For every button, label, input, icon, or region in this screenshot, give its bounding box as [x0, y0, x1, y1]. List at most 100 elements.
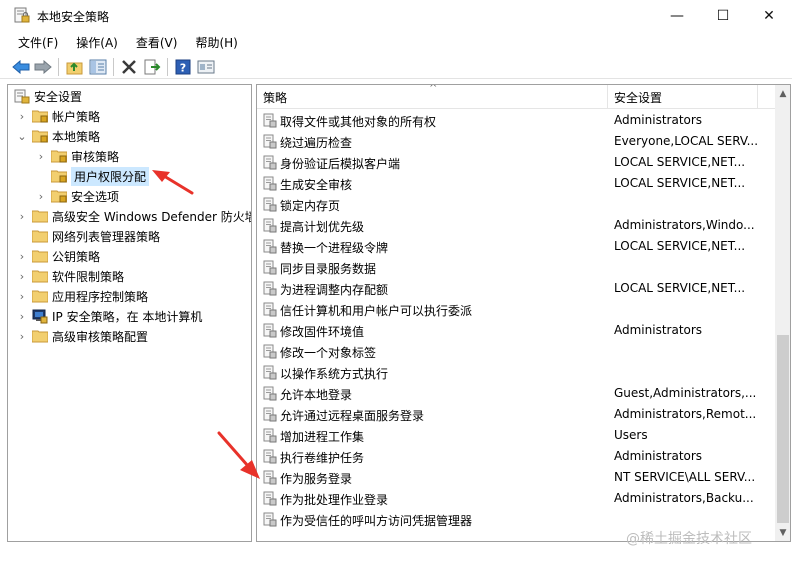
table-row[interactable]: 身份验证后模拟客户端 LOCAL SERVICE,NET...: [257, 152, 775, 173]
tree-label: 应用程序控制策略: [52, 289, 149, 304]
policy-name: 增加进程工作集: [280, 430, 365, 444]
maximize-button[interactable]: ☐: [700, 0, 746, 31]
local-security-policy-icon: [14, 7, 30, 23]
toolbar-separator: [113, 58, 114, 76]
table-row[interactable]: 为进程调整内存配额 LOCAL SERVICE,NET...: [257, 278, 775, 299]
up-folder-icon[interactable]: [65, 57, 85, 77]
policy-icon: [263, 281, 277, 296]
table-row[interactable]: 增加进程工作集 Users: [257, 425, 775, 446]
tree-item-audit-policy[interactable]: › 审核策略: [35, 146, 119, 166]
tree-item-network-list-manager[interactable]: 网络列表管理器策略: [16, 226, 160, 246]
annotation-arrow-icon: [217, 431, 260, 479]
table-row[interactable]: 执行卷维护任务 Administrators: [257, 446, 775, 467]
policy-icon: [263, 239, 277, 254]
menu-action[interactable]: 操作(A): [76, 34, 118, 51]
help-icon[interactable]: ?: [173, 57, 193, 77]
policy-name: 锁定内存页: [280, 199, 341, 213]
tree-label: IP 安全策略，在 本地计算机: [52, 309, 203, 324]
chevron-down-icon[interactable]: ⌄: [16, 130, 28, 143]
table-row[interactable]: 替换一个进程级令牌 LOCAL SERVICE,NET...: [257, 236, 775, 257]
chevron-right-icon[interactable]: ›: [16, 110, 28, 123]
table-row[interactable]: 同步目录服务数据: [257, 257, 775, 278]
policy-name: 以操作系统方式执行: [280, 367, 389, 381]
scrollbar-thumb[interactable]: [777, 335, 789, 523]
policy-icon: [263, 302, 277, 317]
table-row[interactable]: 修改一个对象标签: [257, 341, 775, 362]
table-row[interactable]: 绕过遍历检查 Everyone,LOCAL SERV...: [257, 131, 775, 152]
policy-setting: Administrators,Remot...: [614, 407, 757, 421]
policy-setting: Administrators: [614, 323, 703, 337]
table-row[interactable]: 作为批处理作业登录 Administrators,Backu...: [257, 488, 775, 509]
menu-help[interactable]: 帮助(H): [195, 34, 237, 51]
tree-label: 软件限制策略: [52, 269, 125, 284]
properties-icon[interactable]: [196, 57, 216, 77]
tree-item-defender-firewall[interactable]: › 高级安全 Windows Defender 防火墙: [16, 206, 251, 226]
chevron-right-icon[interactable]: ›: [35, 150, 47, 163]
folder-lock-icon: [31, 129, 49, 143]
table-row[interactable]: 锁定内存页: [257, 194, 775, 215]
policy-name: 绕过遍历检查: [280, 136, 353, 150]
table-row[interactable]: 信任计算机和用户帐户可以执行委派: [257, 299, 775, 320]
vertical-scrollbar[interactable]: ▲ ▼: [775, 85, 790, 541]
delete-icon[interactable]: [119, 57, 139, 77]
back-icon[interactable]: [11, 57, 31, 77]
tree-item-app-control[interactable]: › 应用程序控制策略: [16, 286, 148, 306]
menu-file[interactable]: 文件(F): [18, 34, 58, 51]
chevron-right-icon[interactable]: ›: [16, 290, 28, 303]
policy-icon: [263, 218, 277, 233]
policy-icon: [263, 512, 277, 527]
policy-name: 取得文件或其他对象的所有权: [280, 115, 437, 129]
table-row[interactable]: 作为服务登录 NT SERVICE\ALL SERV...: [257, 467, 775, 488]
policy-name: 作为受信任的呼叫方访问凭据管理器: [280, 514, 473, 528]
folder-icon: [31, 229, 49, 243]
scroll-up-icon[interactable]: ▲: [775, 85, 790, 102]
column-divider[interactable]: [757, 85, 758, 109]
policy-name: 为进程调整内存配额: [280, 283, 389, 297]
annotation-arrow-icon: [152, 170, 194, 195]
policy-setting: Users: [614, 428, 648, 442]
tree-item-public-key-policies[interactable]: › 公钥策略: [16, 246, 100, 266]
table-row[interactable]: 允许本地登录 Guest,Administrators,...: [257, 383, 775, 404]
tree-item-account-policies[interactable]: › 帐户策略: [16, 106, 100, 126]
chevron-right-icon[interactable]: ›: [16, 210, 28, 223]
folder-icon: [31, 249, 49, 263]
tree-item-ip-security[interactable]: › IP 安全策略，在 本地计算机: [16, 306, 202, 326]
column-header-policy[interactable]: 策略: [263, 85, 287, 109]
forward-icon[interactable]: [33, 57, 53, 77]
policy-icon: [263, 113, 277, 128]
chevron-right-icon[interactable]: ›: [16, 270, 28, 283]
policy-setting: Everyone,LOCAL SERV...: [614, 134, 759, 148]
policy-setting: LOCAL SERVICE,NET...: [614, 239, 746, 253]
chevron-right-icon[interactable]: ›: [35, 190, 47, 203]
table-row[interactable]: 作为受信任的呼叫方访问凭据管理器: [257, 509, 775, 530]
tree-item-security-options[interactable]: › 安全选项: [35, 186, 119, 206]
policy-setting: Administrators,Backu...: [614, 491, 754, 505]
tree-item-advanced-audit[interactable]: › 高级审核策略配置: [16, 326, 148, 346]
policy-setting: Administrators: [614, 449, 703, 463]
tree-item-local-policies[interactable]: ⌄ 本地策略: [16, 126, 100, 146]
column-divider[interactable]: [607, 85, 608, 109]
chevron-right-icon[interactable]: ›: [16, 250, 28, 263]
column-header-security-setting[interactable]: 安全设置: [614, 85, 662, 109]
tree-item-software-restriction[interactable]: › 软件限制策略: [16, 266, 124, 286]
policy-name: 作为服务登录: [280, 472, 353, 486]
close-button[interactable]: ✕: [746, 0, 792, 31]
tree-item-security-settings[interactable]: 安全设置: [14, 86, 82, 106]
policy-name: 同步目录服务数据: [280, 262, 377, 276]
minimize-button[interactable]: —: [654, 0, 700, 31]
table-row[interactable]: 生成安全审核 LOCAL SERVICE,NET...: [257, 173, 775, 194]
chevron-right-icon[interactable]: ›: [16, 310, 28, 323]
tree-item-user-rights-assignment[interactable]: 用户权限分配: [35, 166, 150, 186]
menu-view[interactable]: 查看(V): [136, 34, 178, 51]
table-row[interactable]: 提高计划优先级 Administrators,Windo...: [257, 215, 775, 236]
table-row[interactable]: 允许通过远程桌面服务登录 Administrators,Remot...: [257, 404, 775, 425]
chevron-right-icon[interactable]: ›: [16, 330, 28, 343]
policy-setting: Guest,Administrators,...: [614, 386, 757, 400]
show-hide-tree-icon[interactable]: [88, 57, 108, 77]
export-list-icon[interactable]: [142, 57, 162, 77]
scroll-down-icon[interactable]: ▼: [775, 524, 790, 541]
table-row[interactable]: 修改固件环境值 Administrators: [257, 320, 775, 341]
table-row[interactable]: 以操作系统方式执行: [257, 362, 775, 383]
table-row[interactable]: 取得文件或其他对象的所有权 Administrators: [257, 110, 775, 131]
policy-icon: [263, 134, 277, 149]
